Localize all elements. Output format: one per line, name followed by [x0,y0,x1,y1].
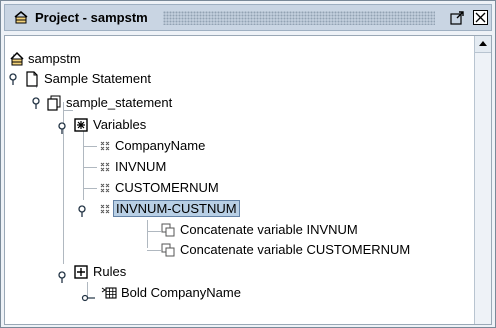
tree-node-rules[interactable]: Rules [73,263,128,281]
variables-folder-icon [74,118,88,132]
tree-node-root-label: sampstm [28,51,81,66]
tree-node-statement-child-label: sample_statement [66,95,173,110]
panel-title: Project - sampstm [35,10,148,25]
vertical-scrollbar[interactable] [474,36,491,324]
tree-node-concat-label: Concatenate variable INVNUM [180,222,358,237]
project-tree[interactable]: sampstm Sample Statement sample_statemen… [4,35,492,325]
tree-node-variable[interactable]: INVNUM [97,158,168,176]
rule-grid-icon [101,287,117,299]
tree-node-variable-label: INVNUM [115,159,167,174]
concatenate-icon [161,243,175,257]
collapse-handle-icon[interactable] [31,96,45,110]
tree-node-statement-label: Sample Statement [44,71,151,86]
rules-icon [74,265,88,279]
tree-node-concat[interactable]: Concatenate variable INVNUM [160,221,360,239]
project-icon [14,11,28,24]
document-icon [26,71,38,87]
tree-node-concat-label: Concatenate variable CUSTOMERNUM [180,242,411,257]
scroll-up-button[interactable] [475,36,491,53]
tree-node-statement[interactable]: Sample Statement [24,70,153,88]
scroll-up-arrow-icon [479,41,487,46]
variable-icon [100,162,110,172]
tree-node-variable-label: INVNUM-CUSTNUM [113,200,240,217]
maximize-icon[interactable] [449,9,466,26]
tree-node-concat[interactable]: Concatenate variable CUSTOMERNUM [160,241,412,259]
tree-node-variables-label: Variables [93,117,147,132]
collapse-handle-icon[interactable] [57,270,71,284]
close-icon[interactable] [472,9,489,26]
variable-icon [100,183,110,193]
variable-icon [100,141,110,151]
tree-node-variable-label: CUSTOMERNUM [115,180,219,195]
tree-node-variable[interactable]: CUSTOMERNUM [97,179,221,197]
project-panel: Project - sampstm sampstm Sample Stateme… [0,0,496,328]
concatenate-icon [161,223,175,237]
panel-titlebar: Project - sampstm [4,4,492,31]
tree-node-variable-label: CompanyName [115,138,206,153]
copy-document-icon [47,95,61,111]
project-icon [10,51,24,66]
tree-node-variable[interactable]: CompanyName [97,137,207,155]
tree-node-root[interactable]: sampstm [9,50,83,68]
tree-node-rule-label: Bold CompanyName [121,285,241,300]
variable-icon [100,204,110,214]
collapse-handle-icon[interactable] [57,121,71,135]
tree-node-variable-selected[interactable]: INVNUM-CUSTNUM [97,200,240,218]
tree-node-variables[interactable]: Variables [73,116,148,134]
tree-node-rules-label: Rules [93,264,127,279]
tree-node-rule[interactable]: Bold CompanyName [101,284,243,302]
leaf-handle-icon [81,294,95,302]
collapse-handle-icon[interactable] [8,72,22,86]
tree-node-statement-child[interactable]: sample_statement [46,94,174,112]
collapse-handle-icon[interactable] [77,204,91,218]
title-grip-pattern [163,11,435,25]
